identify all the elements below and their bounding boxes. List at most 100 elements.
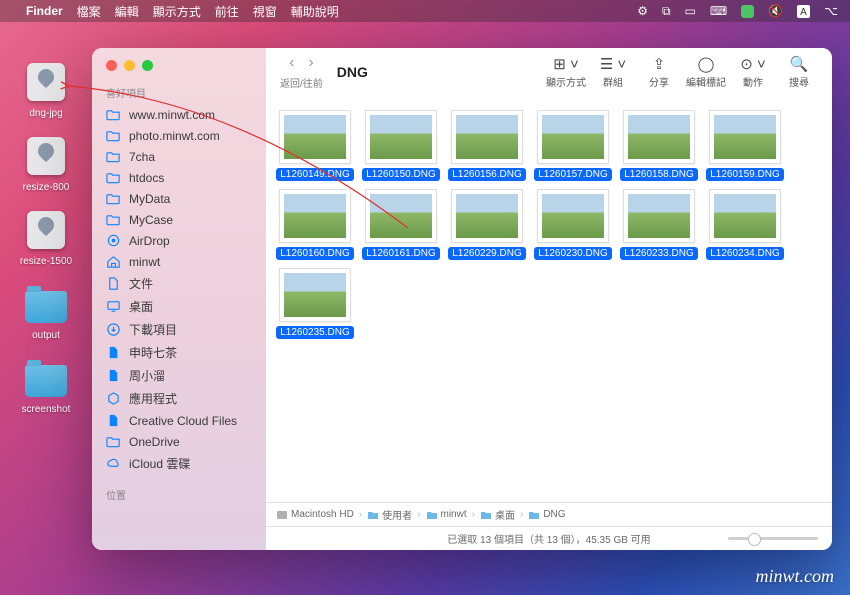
doc-fill-icon [106, 345, 121, 360]
sidebar-item[interactable]: 7cha [92, 146, 266, 167]
file-item[interactable]: L1260229.DNG [446, 189, 528, 260]
download-icon [106, 322, 121, 337]
sidebar-item[interactable]: www.minwt.com [92, 104, 266, 125]
icon-size-slider[interactable] [728, 537, 818, 540]
file-item[interactable]: L1260160.DNG [274, 189, 356, 260]
droplet-icon [27, 63, 65, 101]
file-grid[interactable]: L1260149.DNGL1260150.DNGL1260156.DNGL126… [266, 96, 832, 502]
sidebar-item[interactable]: OneDrive [92, 431, 266, 452]
app-name[interactable]: Finder [26, 4, 63, 18]
filename-label: L1260160.DNG [276, 247, 354, 260]
path-bar: Macintosh HD›使用者›minwt›桌面›DNG [266, 502, 832, 526]
path-segment[interactable]: Macintosh HD [276, 509, 354, 521]
mute-icon[interactable]: 🔇 [768, 4, 783, 18]
thumbnail [279, 268, 351, 322]
sidebar-item[interactable]: 申時七茶 [92, 341, 266, 364]
path-segment[interactable]: DNG [528, 509, 565, 521]
sidebar-item-label: AirDrop [129, 234, 256, 248]
sidebar-item[interactable]: AirDrop [92, 230, 266, 251]
icon-label: dng-jpg [14, 108, 78, 119]
file-item[interactable]: L1260150.DNG [360, 110, 442, 181]
zoom-button[interactable] [142, 60, 153, 71]
thumbnail [279, 110, 351, 164]
group-button[interactable]: ☰ ˅群組 [594, 55, 632, 89]
folder-icon [106, 170, 121, 185]
bluetooth-icon[interactable]: ⌥ [824, 4, 838, 18]
view-mode-button[interactable]: ⊞ ˅顯示方式 [546, 55, 586, 89]
filename-label: L1260159.DNG [706, 168, 784, 181]
file-item[interactable]: L1260161.DNG [360, 189, 442, 260]
folder-icon [106, 191, 121, 206]
desktop-icon-dng-jpg[interactable]: dng-jpg [14, 60, 78, 119]
menu-go[interactable]: 前往 [215, 3, 239, 20]
desktop-icon-screenshot[interactable]: screenshot [14, 356, 78, 415]
sidebar-item[interactable]: iCloud 雲碟 [92, 452, 266, 475]
minimize-button[interactable] [124, 60, 135, 71]
sidebar-item-label: OneDrive [129, 435, 256, 449]
file-item[interactable]: L1260233.DNG [618, 189, 700, 260]
close-button[interactable] [106, 60, 117, 71]
menu-edit[interactable]: 編輯 [115, 3, 139, 20]
file-item[interactable]: L1260156.DNG [446, 110, 528, 181]
keyboard-icon[interactable]: ⌨ [710, 4, 727, 18]
line-icon[interactable] [741, 5, 754, 18]
file-item[interactable]: L1260157.DNG [532, 110, 614, 181]
svg-text:A: A [800, 7, 807, 18]
back-button[interactable]: ‹ [289, 54, 294, 72]
filename-label: L1260157.DNG [534, 168, 612, 181]
sidebar-item[interactable]: minwt [92, 251, 266, 272]
file-item[interactable]: L1260230.DNG [532, 189, 614, 260]
window-controls [92, 58, 266, 81]
sidebar-item[interactable]: 桌面 [92, 295, 266, 318]
sidebar-item[interactable]: 周小溜 [92, 364, 266, 387]
menu-window[interactable]: 視窗 [253, 3, 277, 20]
folder-icon [106, 149, 121, 164]
icon-label: resize-800 [14, 182, 78, 193]
filename-label: L1260161.DNG [362, 247, 440, 260]
menu-file[interactable]: 檔案 [77, 3, 101, 20]
droplet-icon [27, 137, 65, 175]
display-icon[interactable]: ▭ [685, 4, 696, 18]
thumbnail [365, 189, 437, 243]
path-segment[interactable]: 使用者 [367, 507, 412, 522]
action-button[interactable]: ⊙ ˅動作 [734, 55, 772, 89]
menu-help[interactable]: 輔助說明 [291, 3, 339, 20]
tags-button[interactable]: ◯編輯標記 [686, 55, 726, 89]
sidebar-item[interactable]: 文件 [92, 272, 266, 295]
sidebar-item[interactable]: htdocs [92, 167, 266, 188]
input-icon[interactable]: A [797, 5, 810, 18]
icon-label: output [14, 330, 78, 341]
search-button[interactable]: 🔍搜尋 [780, 55, 818, 89]
sidebar-item-label: 應用程式 [129, 390, 256, 407]
menu-view[interactable]: 顯示方式 [153, 3, 201, 20]
sidebar-item[interactable]: 下載項目 [92, 318, 266, 341]
sidebar-item[interactable]: Creative Cloud Files [92, 410, 266, 431]
thumbnail [537, 189, 609, 243]
desktop-icon-output[interactable]: output [14, 282, 78, 341]
sidebar-item-label: htdocs [129, 171, 256, 185]
sidebar-heading-favorites: 喜好項目 [92, 81, 266, 104]
file-item[interactable]: L1260158.DNG [618, 110, 700, 181]
forward-button[interactable]: › [308, 54, 313, 72]
sidebar-item-label: 7cha [129, 150, 256, 164]
folder-icon [106, 128, 121, 143]
status-bar: 已選取 13 個項目（共 13 個），45.35 GB 可用 [266, 526, 832, 550]
path-segment[interactable]: 桌面 [480, 507, 515, 522]
file-item[interactable]: L1260234.DNG [704, 189, 786, 260]
file-item[interactable]: L1260235.DNG [274, 268, 356, 339]
share-button[interactable]: ⇪分享 [640, 55, 678, 89]
desktop-icon-resize-800[interactable]: resize-800 [14, 134, 78, 193]
thumbnail [623, 189, 695, 243]
file-item[interactable]: L1260159.DNG [704, 110, 786, 181]
sidebar-item[interactable]: 應用程式 [92, 387, 266, 410]
path-segment[interactable]: minwt [426, 509, 467, 521]
sidebar-item[interactable]: MyCase [92, 209, 266, 230]
gear-icon[interactable]: ⚙ [637, 4, 648, 18]
airdrop-icon [106, 233, 121, 248]
sidebar-item[interactable]: MyData [92, 188, 266, 209]
sidebar-item[interactable]: photo.minwt.com [92, 125, 266, 146]
screenshot-icon[interactable]: ⧉ [662, 4, 671, 19]
doc-fill-icon [106, 368, 121, 383]
file-item[interactable]: L1260149.DNG [274, 110, 356, 181]
desktop-icon-resize-1500[interactable]: resize-1500 [14, 208, 78, 267]
